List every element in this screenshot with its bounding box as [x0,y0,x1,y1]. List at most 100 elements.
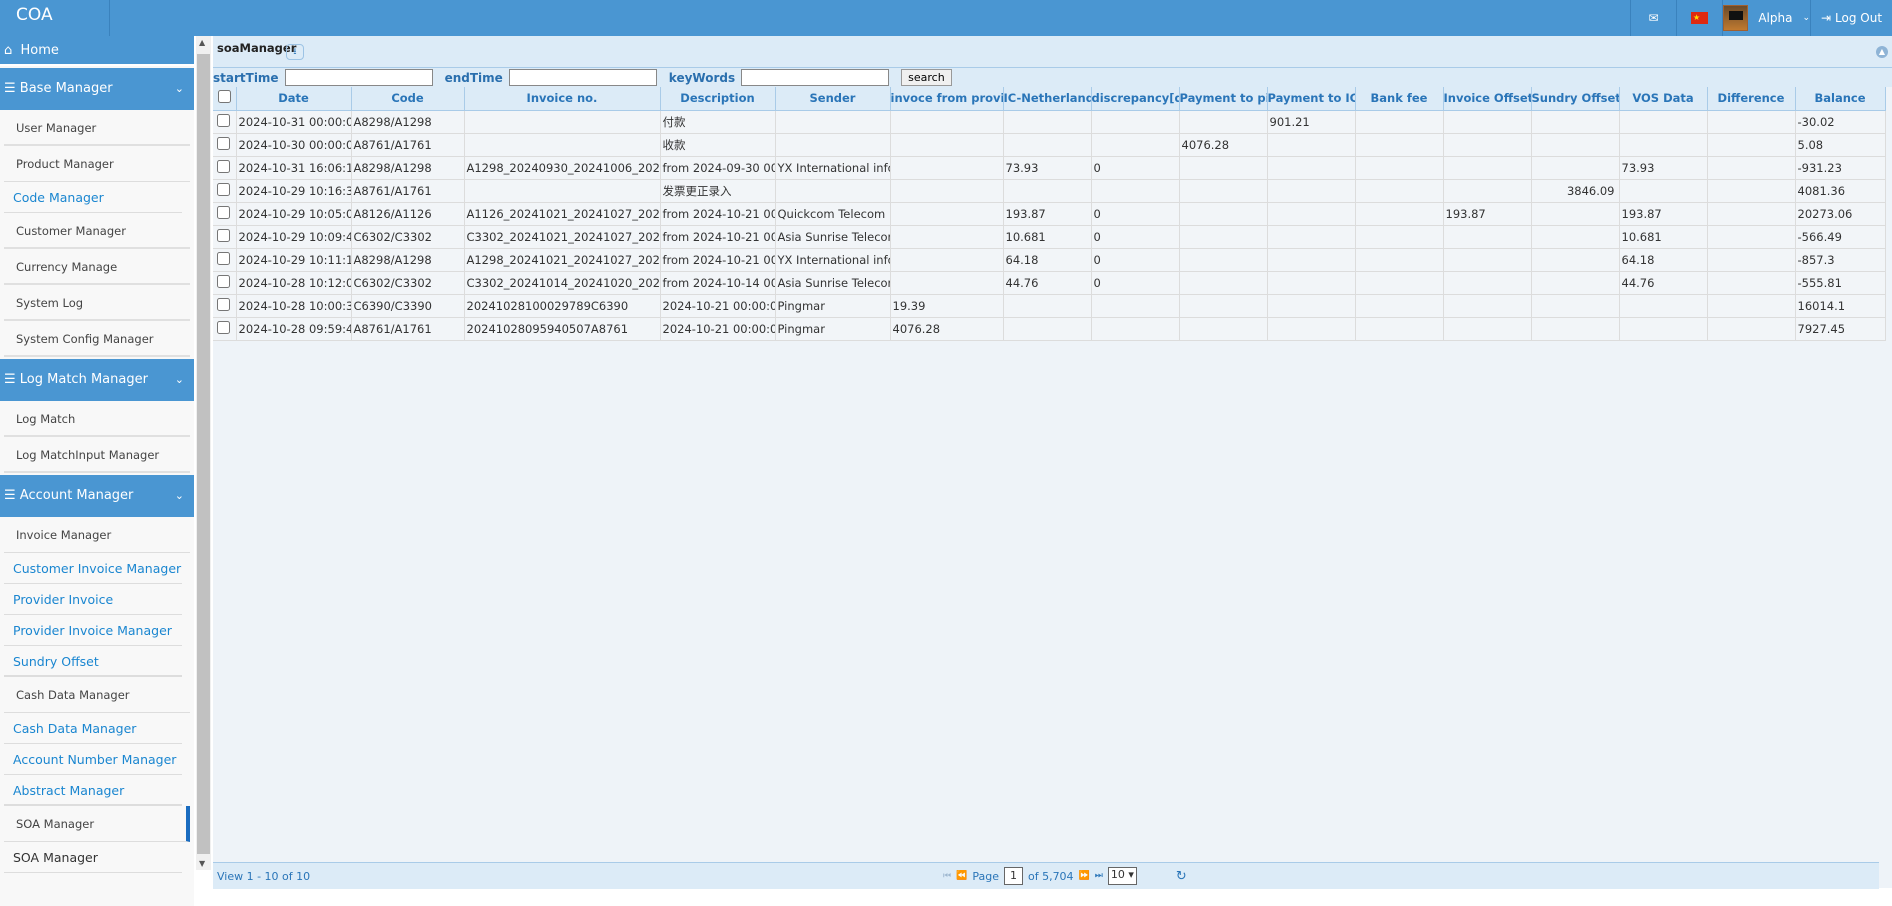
column-header[interactable]: IC-Netherland [1003,87,1092,111]
column-header[interactable]: VOS Data [1619,87,1708,111]
column-header[interactable]: invoce from provider [890,87,1004,111]
download-icon[interactable]: ⭳ [286,44,304,60]
table-row[interactable]: 2024-10-28 10:12:05 C6302/C3302 C3302_2024… [213,271,1886,295]
sidebar-group-base-manager[interactable]: ☰ Base Manager ⌄ [0,68,194,110]
column-header[interactable]: Description [660,87,776,111]
column-header[interactable]: discrepancy[d [1091,87,1180,111]
row-checkbox[interactable] [217,320,230,334]
sidebar-item[interactable]: Log MatchInput Manager [4,437,190,473]
row-select-cell [213,271,237,295]
row-checkbox[interactable] [217,297,230,311]
scroll-up-icon[interactable]: ▲ [199,38,205,47]
refresh-icon[interactable]: ↻ [1176,869,1187,884]
column-header[interactable]: Balance [1795,87,1886,111]
table-cell [1179,110,1268,134]
sidebar-subitem[interactable]: Abstract Manager [4,775,182,806]
sidebar-scrollbar[interactable]: ▲ ▼ [196,36,211,870]
column-header[interactable]: Sender [775,87,891,111]
home-label: Home [20,43,59,58]
sidebar-item[interactable]: System Config Manager [4,321,190,357]
column-header[interactable]: Bank fee [1355,87,1444,111]
table-cell [1267,317,1356,341]
table-row[interactable]: 2024-10-28 10:00:33 C6390/C3390 2024102810… [213,294,1886,318]
column-header[interactable]: Payment to pi [1179,87,1268,111]
sidebar-subitem[interactable]: Cash Data Manager [4,713,182,744]
table-row[interactable]: 2024-10-28 09:59:42 A8761/A1761 2024102809… [213,317,1886,341]
table-cell: Pingmar [775,294,891,318]
mail-icon[interactable]: ✉ [1630,0,1676,36]
last-page-icon[interactable]: ⏭ [1095,871,1103,881]
scrollbar-thumb[interactable] [197,54,210,854]
sidebar-subitem[interactable]: Provider Invoice Manager [4,615,182,646]
sidebar-item[interactable]: Currency Manage [4,249,190,285]
row-checkbox[interactable] [217,251,230,265]
end-time-input[interactable] [508,69,657,86]
table-row[interactable]: 2024-10-29 10:09:47 C6302/C3302 C3302_2024… [213,225,1886,249]
column-header[interactable]: Payment to IC [1267,87,1356,111]
column-header[interactable]: Difference [1707,87,1796,111]
row-select-cell [213,133,237,157]
table-row[interactable]: 2024-10-29 10:16:38 A8761/A1761 发票更正录入 3846… [213,179,1886,203]
language-flag-icon[interactable]: ★ [1676,0,1722,36]
page-size-select[interactable]: 10 ▾ [1107,867,1137,885]
collapse-icon[interactable]: ▲ [1876,46,1888,58]
row-checkbox[interactable] [217,274,230,288]
keywords-input[interactable] [741,69,890,86]
sidebar-item[interactable]: System Log [4,285,190,321]
select-all-header [213,87,237,111]
search-button[interactable]: search [901,69,952,86]
sidebar-subitem[interactable]: Customer Invoice Manager [4,553,182,584]
sidebar-item[interactable]: Cash Data Manager [4,677,190,713]
column-header[interactable]: Sundry Offset [1531,87,1620,111]
table-cell [1707,110,1796,134]
brand-logo[interactable]: COA [0,0,110,36]
page-size-value: 10 [1110,868,1125,881]
sidebar-group-account-manager[interactable]: ☰ Account Manager ⌄ [0,475,194,517]
first-page-icon[interactable]: ⏮ [943,871,951,881]
column-header[interactable]: Code [351,87,465,111]
sidebar-item[interactable]: Customer Manager [4,213,190,249]
sidebar-item[interactable]: Log Match [4,401,190,437]
sidebar-item-home[interactable]: ⌂ Home [0,36,194,66]
column-header[interactable]: Invoice Offset [1443,87,1532,111]
table-cell [1003,133,1092,157]
user-menu[interactable]: Alpha ⌄ [1722,0,1810,36]
next-page-icon[interactable]: ⏩ [1079,871,1090,881]
row-checkbox[interactable] [217,136,230,150]
sidebar-subitem-soa-manager[interactable]: SOA Manager [4,842,182,873]
table-cell [1267,248,1356,272]
scroll-down-icon[interactable]: ▼ [199,859,205,868]
sidebar-subitem[interactable]: Code Manager [4,182,182,213]
sidebar-item[interactable]: Invoice Manager [4,517,190,553]
column-header[interactable]: Date [236,87,352,111]
logout-button[interactable]: ⇥ Log Out [1810,0,1892,36]
row-checkbox[interactable] [217,182,230,196]
start-time-input[interactable] [284,69,433,86]
table-cell: 付款 [660,110,776,134]
sidebar-group-log-match-manager[interactable]: ☰ Log Match Manager ⌄ [0,359,194,401]
table-row[interactable]: 2024-10-30 00:00:00 A8761/A1761 收款 4076.28 5… [213,133,1886,157]
table-row[interactable]: 2024-10-31 00:00:00 A8298/A1298 付款 901.21 -3… [213,110,1886,134]
row-checkbox[interactable] [217,228,230,242]
group-label: Account Manager [19,488,134,503]
table-cell [1707,248,1796,272]
row-checkbox[interactable] [217,159,230,173]
table-cell [1443,133,1532,157]
sidebar-item[interactable]: User Manager [4,110,190,146]
sidebar-subitem[interactable]: Account Number Manager [4,744,182,775]
row-checkbox[interactable] [217,113,230,127]
table-row[interactable]: 2024-10-31 16:06:14 A8298/A1298 A1298_2024… [213,156,1886,180]
table-row[interactable]: 2024-10-29 10:05:07 A8126/A1126 A1126_2024… [213,202,1886,226]
select-all-checkbox[interactable] [217,90,231,104]
prev-page-icon[interactable]: ⏪ [956,871,967,881]
sidebar-item[interactable]: Product Manager [4,146,190,182]
sidebar-subitem[interactable]: Provider Invoice [4,584,182,615]
table-cell: 2024-10-28 09:59:42 [236,317,352,341]
page-input[interactable]: 1 [1003,867,1023,885]
table-row[interactable]: 2024-10-29 10:11:16 A8298/A1298 A1298_2024… [213,248,1886,272]
row-checkbox[interactable] [217,205,230,219]
column-header[interactable]: Invoice no. [464,87,661,111]
table-cell [1355,202,1444,226]
sidebar-item-soa-manager[interactable]: SOA Manager [4,806,190,842]
sidebar-subitem[interactable]: Sundry Offset [4,646,182,677]
